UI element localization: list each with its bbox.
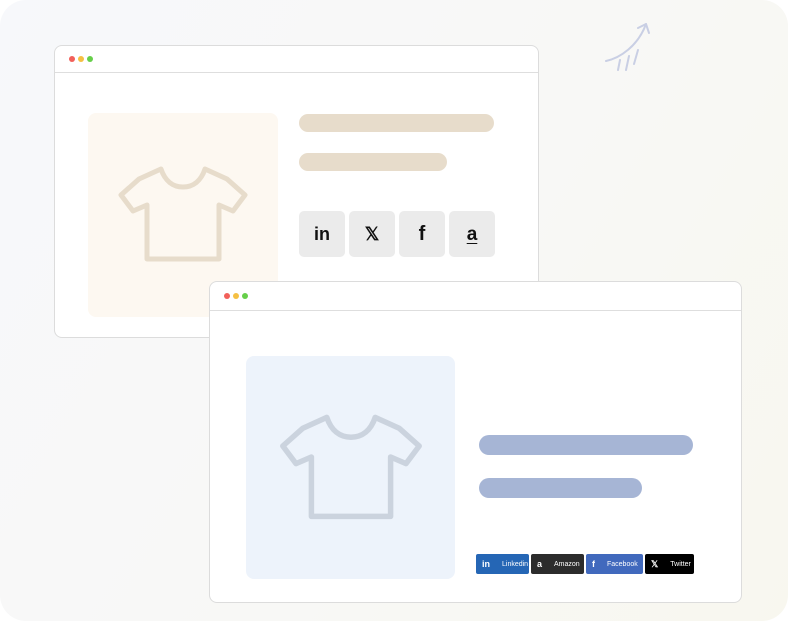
linkedin-share-button[interactable]: in bbox=[299, 211, 345, 257]
minimize-dot-icon[interactable] bbox=[233, 293, 239, 299]
linkedin-share-button[interactable]: in Linkedin bbox=[476, 554, 529, 574]
curved-arrow-doodle-icon bbox=[605, 23, 650, 71]
linkedin-icon: in bbox=[314, 224, 330, 244]
x-icon: 𝕏 bbox=[651, 558, 659, 569]
share-icon-row: in 𝕏 f a bbox=[299, 211, 495, 257]
facebook-label: Facebook bbox=[607, 560, 638, 568]
amazon-share-button[interactable]: a bbox=[449, 211, 495, 257]
amazon-icon: a bbox=[537, 559, 543, 569]
facebook-icon: f bbox=[418, 223, 426, 245]
tshirt-icon bbox=[279, 414, 422, 519]
product-image-placeholder bbox=[246, 356, 455, 579]
window-titlebar bbox=[55, 46, 538, 73]
title-placeholder-bar bbox=[479, 435, 693, 455]
amazon-icon: a bbox=[466, 223, 478, 245]
maximize-dot-icon[interactable] bbox=[242, 293, 248, 299]
illustration-canvas: in 𝕏 f a in Linkedin a Amazon f Facebook… bbox=[0, 0, 788, 621]
x-share-button[interactable]: 𝕏 bbox=[349, 211, 395, 257]
close-dot-icon[interactable] bbox=[224, 293, 230, 299]
linkedin-label: Linkedin bbox=[502, 560, 529, 568]
tshirt-icon bbox=[118, 166, 248, 262]
window-controls bbox=[69, 56, 93, 62]
window-controls bbox=[224, 293, 248, 299]
subtitle-placeholder-bar bbox=[299, 153, 447, 171]
twitter-share-button[interactable]: 𝕏 Twitter bbox=[645, 554, 694, 574]
close-dot-icon[interactable] bbox=[69, 56, 75, 62]
x-icon: 𝕏 bbox=[364, 224, 380, 244]
facebook-share-button[interactable]: f Facebook bbox=[586, 554, 643, 574]
window-titlebar bbox=[210, 282, 741, 311]
share-button-row: in Linkedin a Amazon f Facebook 𝕏 Twitte… bbox=[476, 554, 694, 574]
twitter-label: Twitter bbox=[670, 560, 691, 568]
minimize-dot-icon[interactable] bbox=[78, 56, 84, 62]
subtitle-placeholder-bar bbox=[479, 478, 642, 498]
amazon-label: Amazon bbox=[554, 560, 580, 568]
product-window-front: in Linkedin a Amazon f Facebook 𝕏 Twitte… bbox=[209, 281, 742, 603]
amazon-share-button[interactable]: a Amazon bbox=[531, 554, 584, 574]
title-placeholder-bar bbox=[299, 114, 494, 132]
linkedin-icon: in bbox=[482, 559, 490, 569]
facebook-share-button[interactable]: f bbox=[399, 211, 445, 257]
facebook-icon: f bbox=[592, 559, 595, 569]
maximize-dot-icon[interactable] bbox=[87, 56, 93, 62]
